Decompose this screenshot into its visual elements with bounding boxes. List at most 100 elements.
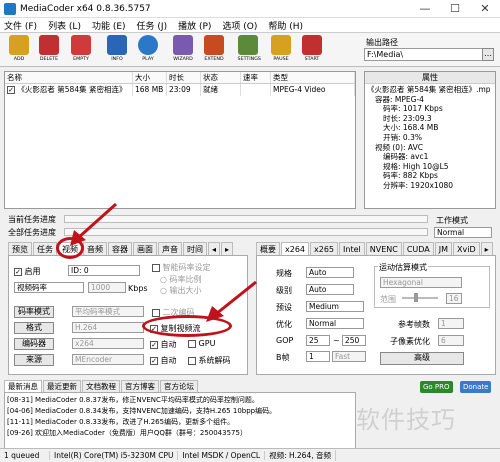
tab-scroll-right[interactable]: ▸ xyxy=(221,242,234,255)
add-button[interactable]: ADD xyxy=(8,35,30,62)
news-item[interactable]: [09-26] 欢迎加入MediaCoder（免费版）用户QQ群（群号：2500… xyxy=(7,428,353,439)
news-tab-forum[interactable]: 官方论坛 xyxy=(160,380,198,392)
menu-play[interactable]: 播放 (P) xyxy=(178,19,211,32)
close-button[interactable]: ✕ xyxy=(470,0,500,18)
col-size[interactable]: 大小 xyxy=(133,72,167,83)
auto-source-checkbox[interactable]: ✓ xyxy=(150,356,158,365)
tab-task[interactable]: 任务 xyxy=(33,242,57,255)
news-item[interactable]: [08-31] MediaCoder 0.8.37发布，修正NVENC平均码率模… xyxy=(7,395,353,406)
news-tab-updates[interactable]: 最近更新 xyxy=(43,380,81,392)
motion-estimation-select[interactable]: Hexagonal xyxy=(380,277,462,288)
advanced-button[interactable]: 高级 xyxy=(380,352,464,365)
tab-x264[interactable]: x264 xyxy=(281,242,310,255)
menu-file[interactable]: 文件 (F) xyxy=(4,19,37,32)
tab-scroll-left[interactable]: ◂ xyxy=(208,242,221,255)
bitrate-input[interactable]: 1000 xyxy=(88,282,126,293)
encoder-select[interactable]: x264 xyxy=(72,338,144,349)
maximize-button[interactable]: ☐ xyxy=(440,0,470,18)
range-value[interactable]: 16 xyxy=(446,293,462,304)
tab-scroll-right-2[interactable]: ▸ xyxy=(480,242,493,255)
title-bar: MediaCoder x64 0.8.36.5757 — ☐ ✕ xyxy=(0,0,500,18)
pause-button[interactable]: PAUSE xyxy=(270,35,292,62)
range-slider[interactable] xyxy=(402,297,438,299)
tune-select[interactable]: Normal xyxy=(306,318,364,329)
preset-select[interactable]: Medium xyxy=(306,301,364,312)
source-button[interactable]: 来源 xyxy=(14,354,54,366)
bitrate-ratio-option[interactable]: ○ 码率比例 xyxy=(160,274,202,285)
rate-mode-value-select[interactable]: 平均码率模式 xyxy=(72,306,144,317)
info-button[interactable]: INFO xyxy=(106,35,128,62)
source-select[interactable]: MEncoder xyxy=(72,354,144,365)
menu-task[interactable]: 任务 (J) xyxy=(137,19,168,32)
go-pro-button[interactable]: Go PRO xyxy=(420,381,453,393)
news-tab-latest[interactable]: 最新消息 xyxy=(4,380,42,392)
system-decode-checkbox[interactable] xyxy=(188,356,196,365)
settings-button[interactable]: SETTINGS xyxy=(237,35,261,62)
wizard-button[interactable]: WIZARD xyxy=(172,35,194,62)
news-item[interactable]: [04-06] MediaCoder 0.8.34发布，支持NVENC加速编码，… xyxy=(7,406,353,417)
work-mode-select[interactable]: Normal xyxy=(434,227,492,238)
prop-line: 《火影忍者 第584集 紧密相连》.mp xyxy=(367,85,491,94)
video-id-select[interactable]: ID: 0 xyxy=(68,265,140,276)
menu-help[interactable]: 帮助 (H) xyxy=(268,19,303,32)
tab-intel[interactable]: Intel xyxy=(339,242,365,255)
news-tab-blog[interactable]: 官方博客 xyxy=(121,380,159,392)
enable-label: 启用 xyxy=(24,267,41,276)
gpu-row: GPU xyxy=(188,339,215,348)
tab-summary[interactable]: 概要 xyxy=(256,242,280,255)
status-accel: Intel MSDK / OpenCL xyxy=(178,451,266,460)
donate-button[interactable]: Donate xyxy=(460,381,492,393)
minimize-button[interactable]: — xyxy=(410,0,440,18)
level-select[interactable]: Auto xyxy=(306,284,354,295)
profile-select[interactable]: Auto xyxy=(306,267,354,278)
smart-rate-checkbox[interactable] xyxy=(152,263,160,272)
col-status[interactable]: 状态 xyxy=(201,72,241,83)
bframe-mode-select[interactable]: Fast xyxy=(332,351,366,362)
start-button[interactable]: START xyxy=(301,35,323,62)
range-slider-handle[interactable] xyxy=(414,293,418,302)
tab-picture[interactable]: 画面 xyxy=(133,242,157,255)
menu-options[interactable]: 选项 (O) xyxy=(222,19,257,32)
col-rate[interactable]: 速率 xyxy=(241,72,271,83)
output-path-input[interactable]: F:\Media\ xyxy=(364,48,494,61)
tab-cuda[interactable]: CUDA xyxy=(402,242,434,255)
tab-jm[interactable]: JM xyxy=(434,242,453,255)
format-button[interactable]: 格式 xyxy=(14,322,54,334)
format-select[interactable]: H.264 xyxy=(72,322,144,333)
bframe-input[interactable]: 1 xyxy=(306,351,330,362)
delete-button[interactable]: DELETE xyxy=(38,35,60,62)
extend-button[interactable]: EXTEND xyxy=(203,35,225,62)
tab-nvenc[interactable]: NVENC xyxy=(365,242,402,255)
col-type[interactable]: 类型 xyxy=(271,72,355,83)
output-size-option[interactable]: ○ 输出大小 xyxy=(160,285,202,296)
gop-min-input[interactable]: 25 xyxy=(306,335,330,346)
rate-mode-select[interactable]: 视频码率 xyxy=(14,282,84,293)
file-checkbox[interactable]: ✓ xyxy=(7,86,15,94)
tab-time[interactable]: 时间 xyxy=(183,242,207,255)
col-name[interactable]: 名称 xyxy=(5,72,133,83)
news-tab-docs[interactable]: 文档教程 xyxy=(82,380,120,392)
gop-max-input[interactable]: 250 xyxy=(342,335,366,346)
gpu-checkbox[interactable] xyxy=(188,339,196,348)
col-duration[interactable]: 时长 xyxy=(167,72,201,83)
tab-sound[interactable]: 声音 xyxy=(158,242,182,255)
watermark-text: 软件技巧 xyxy=(356,406,456,434)
ref-frames-input[interactable]: 1 xyxy=(438,318,464,329)
enable-checkbox[interactable]: ✓ xyxy=(14,267,22,276)
rate-mode-button[interactable]: 码率模式 xyxy=(14,306,54,318)
menu-list[interactable]: 列表 (L) xyxy=(48,19,81,32)
auto-encoder-checkbox[interactable]: ✓ xyxy=(150,340,158,349)
subpel-input[interactable]: 6 xyxy=(438,335,464,346)
tab-x265[interactable]: x265 xyxy=(310,242,339,255)
browse-output-button[interactable]: … xyxy=(482,48,494,61)
news-item[interactable]: [11-11] MediaCoder 0.8.33发布，改进了H.265编码，更… xyxy=(7,417,353,428)
file-row[interactable]: ✓ 《火影忍者 第584集 紧密相连》 168 MB 23:09 就绪 MPEG… xyxy=(5,84,355,96)
empty-button[interactable]: EMPTY xyxy=(70,35,92,62)
tab-preview[interactable]: 预览 xyxy=(8,242,32,255)
encoder-button[interactable]: 编码器 xyxy=(14,338,54,350)
menu-function[interactable]: 功能 (E) xyxy=(92,19,126,32)
play-button[interactable]: PLAY xyxy=(137,35,159,62)
tab-xvid[interactable]: XviD xyxy=(453,242,480,255)
app-icon xyxy=(4,2,16,15)
two-pass-checkbox[interactable] xyxy=(152,308,160,317)
